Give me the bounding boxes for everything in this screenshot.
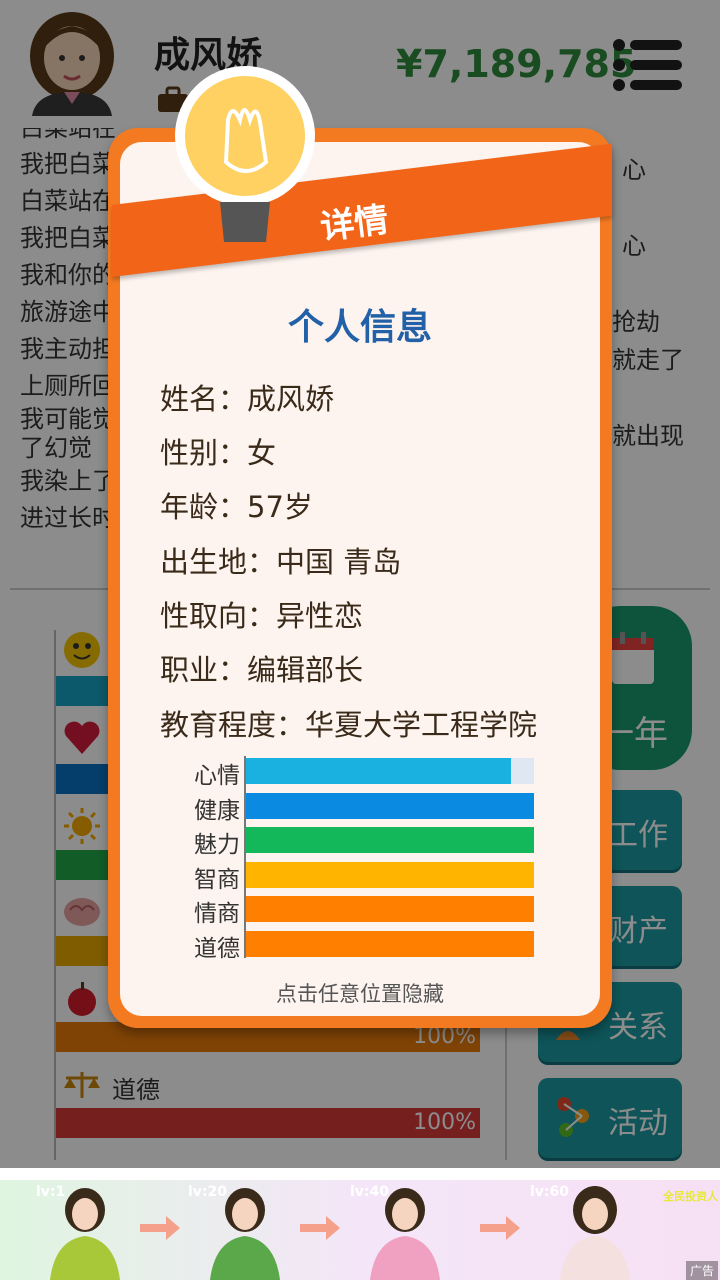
ad-character-image [560,1186,630,1280]
eq-fill [246,896,534,922]
bar-row-morality: 道德 [160,929,540,962]
bar-label: 智商 [194,867,240,893]
bar-row-health: 健康 [160,791,540,824]
info-education: 教育程度：华夏大学工程学院 [160,708,538,742]
ad-character-image [210,1188,280,1280]
bar-label: 健康 [194,798,240,824]
ad-logo: 全民投资人 [663,1190,718,1203]
section-title: 个人信息 [287,307,432,348]
info-age: 年龄：57岁 [160,490,313,524]
ad-character-image [370,1188,440,1280]
bar-row-charm: 魅力 [160,825,540,858]
bar-row-eq: 情商 [160,894,540,927]
bar-track [246,931,534,957]
morality-fill [246,931,534,957]
bar-track [246,896,534,922]
info-orientation: 性取向：异性恋 [160,599,364,633]
info-name: 姓名：成风娇 [160,382,335,416]
arrow-right-icon [300,1216,340,1240]
bar-label: 魅力 [194,832,240,858]
hide-hint: 点击任意位置隐藏 [276,982,444,1006]
iq-fill [246,862,534,888]
bar-label: 情商 [194,901,240,927]
bar-track [246,827,534,853]
bar-row-mood: 心情 [160,756,540,789]
arrow-right-icon [480,1216,520,1240]
bar-track [246,862,534,888]
lightbulb-icon [175,66,315,242]
info-birthplace: 出生地：中国 青岛 [160,545,402,579]
info-job: 职业：编辑部长 [160,653,364,687]
bar-track [246,758,534,784]
ad-badge: 广告 [685,1261,718,1280]
modal-title: 详情 [318,199,391,248]
ad-banner[interactable]: lv:1 lv:20 lv:40 lv:60 全民投资人 广告 [0,1180,720,1280]
arrow-right-icon [140,1216,180,1240]
info-gender: 性别：女 [160,436,277,470]
mood-fill [246,758,511,784]
bars-axis [244,756,246,958]
bar-row-iq: 智商 [160,860,540,893]
bar-label: 心情 [194,763,240,789]
bar-label: 道德 [194,936,240,962]
charm-fill [246,827,534,853]
bar-track [246,793,534,819]
ad-character-image [50,1188,120,1280]
health-fill [246,793,534,819]
